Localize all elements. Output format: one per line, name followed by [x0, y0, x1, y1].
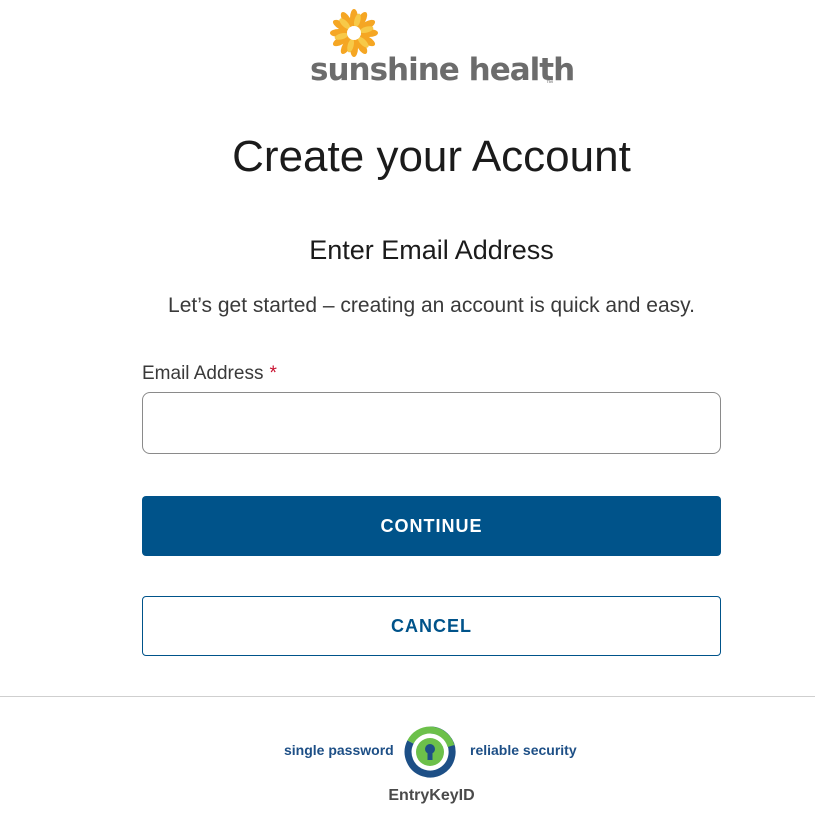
footer-tagline-right: reliable security: [470, 742, 577, 758]
email-label-text: Email Address: [142, 363, 264, 384]
section-subtitle: Enter Email Address: [309, 235, 554, 265]
footer-tagline-left: single password: [284, 742, 394, 758]
continue-button[interactable]: CONTINUE: [142, 496, 721, 556]
cancel-button[interactable]: CANCEL: [142, 596, 721, 656]
footer-divider: [0, 696, 815, 697]
sunshine-health-logo: sunshine health ™: [306, 8, 575, 93]
entrykey-lock-icon: [404, 726, 456, 778]
entrykeyid-brand: EntryKeyID: [388, 787, 475, 804]
required-marker: *: [269, 363, 277, 384]
intro-text: Let’s get started – creating an account …: [168, 294, 695, 317]
page-title: Create your Account: [232, 132, 631, 181]
email-label: Email Address *: [142, 363, 277, 385]
sunflower-logo-icon: [330, 9, 378, 57]
create-account-page: sunshine health ™ Create your Account En…: [0, 0, 815, 817]
email-input[interactable]: [142, 392, 721, 454]
logo-trademark: ™: [546, 80, 553, 87]
logo-brand-text: sunshine health: [310, 52, 575, 88]
